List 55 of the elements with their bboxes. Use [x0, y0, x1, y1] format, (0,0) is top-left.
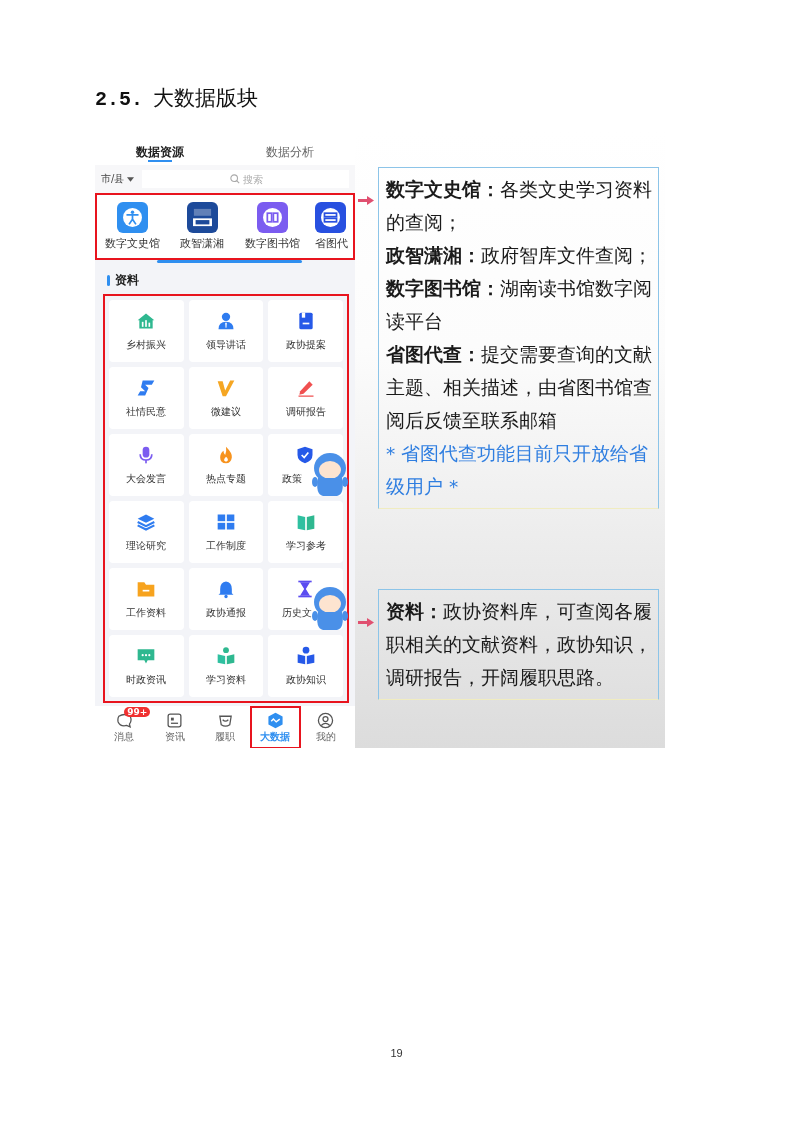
app-shortcut[interactable]: 数字图书馆 [241, 195, 303, 258]
arrow-icon [358, 618, 374, 627]
category-tile[interactable]: 大会发言 [109, 434, 184, 496]
nav-tab[interactable]: 资讯 [149, 706, 200, 748]
category-tile[interactable]: 政协知识 [268, 635, 343, 697]
region-dropdown[interactable]: 市/县 [101, 172, 135, 186]
category-tile[interactable]: 工作制度 [188, 501, 264, 563]
category-tile[interactable]: 热点专题 [188, 434, 264, 496]
nav-tab[interactable]: 消息 99+ [99, 706, 150, 748]
badge-app-icon [186, 202, 218, 233]
book-app-icon [256, 202, 288, 233]
app-shortcut[interactable]: 数字文史馆 [101, 195, 163, 258]
category-tile[interactable]: 时政资讯 [109, 635, 184, 697]
hexagon-wave-icon [266, 711, 284, 729]
category-tile[interactable]: 学习资料 [188, 635, 264, 697]
user-circle-icon [317, 711, 335, 729]
section-number: 2.5. [95, 88, 143, 111]
reading-person-icon [216, 645, 236, 666]
nav-tab[interactable]: 我的 [300, 706, 352, 748]
description-text: 政智潇湘：政府智库文件查阅； [386, 244, 653, 268]
tab-indicator [148, 160, 172, 162]
caret-icon [127, 176, 135, 182]
category-tile[interactable]: 政协通报 [188, 568, 264, 630]
page-number: 19 [390, 1047, 403, 1059]
section-title: 资料 [115, 272, 139, 289]
reading-person-icon [295, 645, 316, 666]
category-tile[interactable]: 学习参考 [268, 501, 343, 563]
search-field[interactable]: 搜索 [142, 170, 349, 188]
category-tile[interactable]: 社情民意 [109, 367, 184, 429]
shield-icon [295, 444, 316, 465]
search-icon [229, 174, 240, 184]
count-badge: 99+ [124, 707, 151, 717]
notice-text: * 省图代查功能目前只开放给省级用户 * [386, 442, 650, 499]
nav-tab[interactable]: 履职 [199, 706, 251, 748]
category-tile[interactable]: 微建议 [188, 367, 264, 429]
category-tile[interactable]: 政协提案 [268, 300, 343, 362]
tab[interactable]: 数据资源 [95, 130, 225, 165]
tab[interactable]: 数据分析 [225, 130, 355, 165]
category-tile[interactable]: 乡村振兴 [109, 300, 184, 362]
description-text: 资料：政协资料库，可查阅各履职相关的文献资料，政协知识，调研报告，开阔履职思路。 [386, 600, 653, 690]
description-text: 数字文史馆：各类文史学习资料的查阅； [386, 178, 653, 235]
section-marker [107, 275, 110, 286]
newspaper-icon [166, 711, 184, 729]
arrow-icon [358, 196, 374, 205]
description-text: 省图代查：提交需要查询的文献主题、相关描述，由省图书馆查阅后反馈至联系邮箱 [386, 343, 653, 433]
person-icon [216, 310, 236, 331]
description-text: 数字图书馆：湖南读书馆数字阅读平台 [386, 277, 653, 334]
category-tile[interactable]: 调研报告 [268, 367, 343, 429]
category-tile[interactable]: 领导讲话 [188, 300, 264, 362]
category-tile[interactable]: 工作资料 [109, 568, 184, 630]
figure-app-icon [116, 202, 148, 233]
card-app-icon [315, 202, 346, 233]
section-heading: 大数据版块 [153, 85, 258, 112]
app-shortcut[interactable]: 政智潇湘 [171, 195, 233, 258]
category-tile[interactable]: 理论研究 [109, 501, 184, 563]
